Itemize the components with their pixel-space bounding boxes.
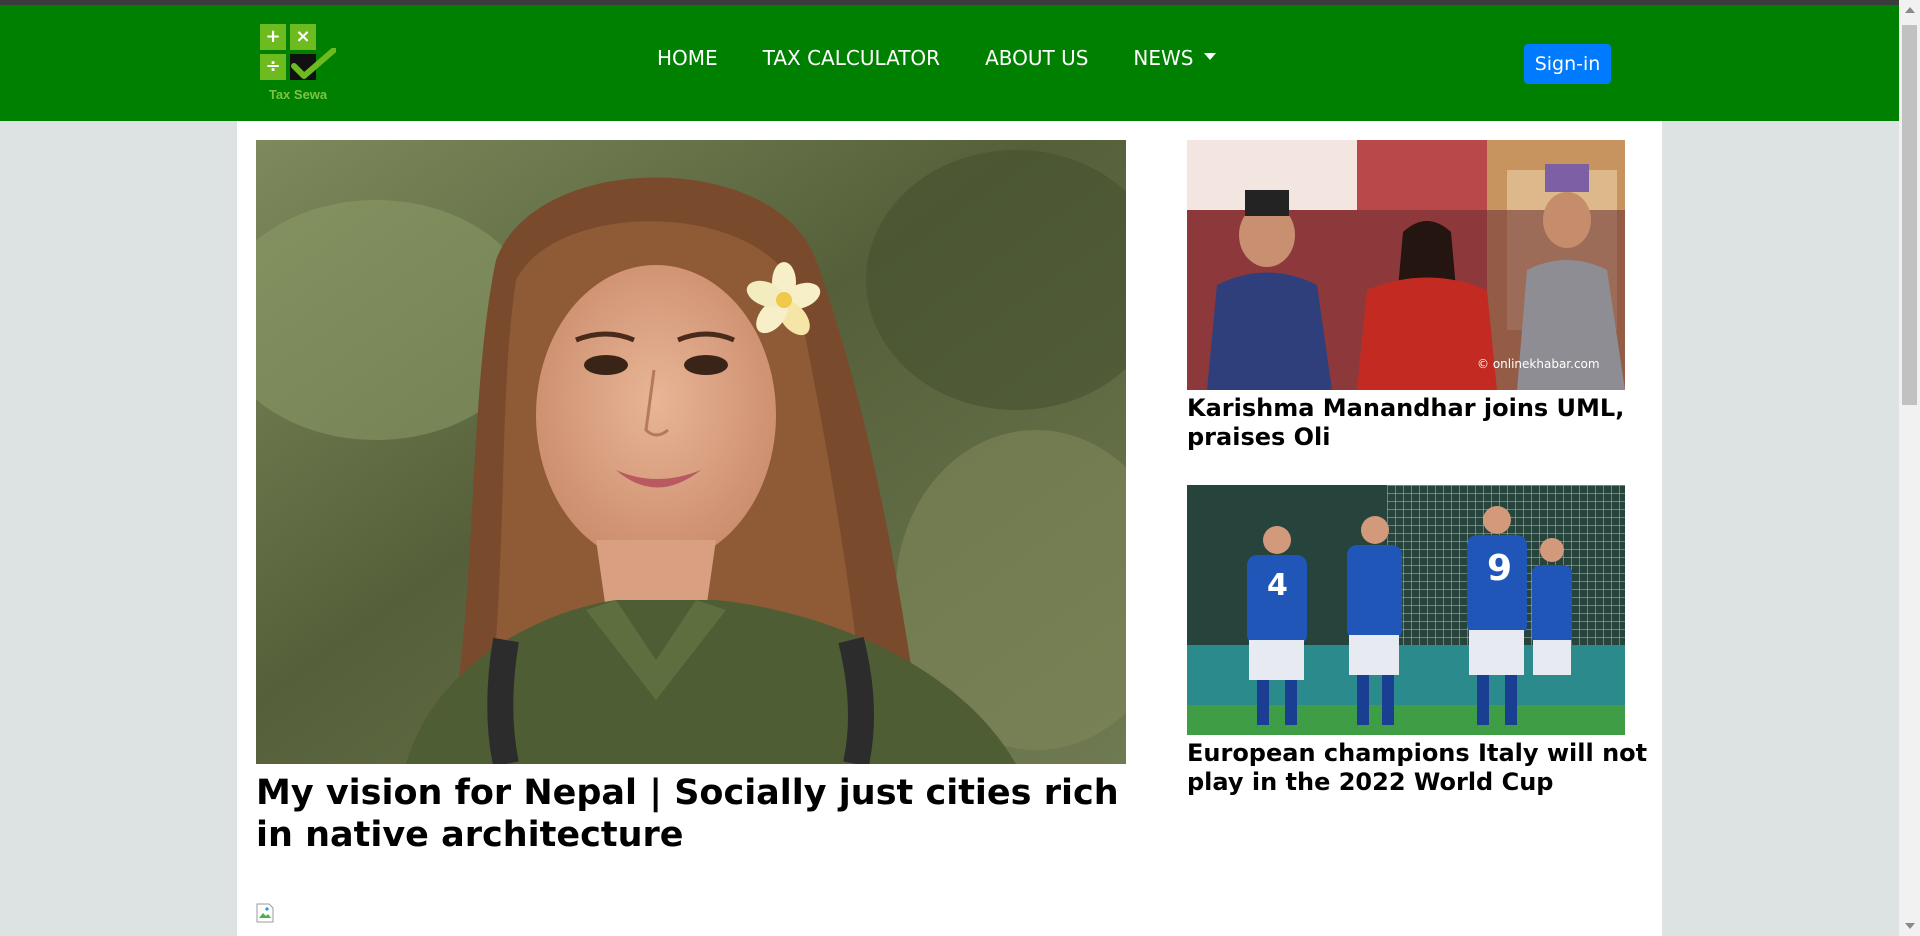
nav-home-label: HOME	[657, 46, 718, 70]
tax-sewa-logo[interactable]: + × ÷ Tax Sewa	[260, 24, 336, 104]
side-news-title-1[interactable]: Karishma Manandhar joins UML, praises Ol…	[1187, 394, 1657, 452]
politicians-image: © onlinekhabar.com	[1187, 140, 1625, 390]
nav-news-label: NEWS	[1133, 46, 1194, 70]
logo-text: Tax Sewa	[268, 87, 328, 102]
featured-news-image[interactable]	[256, 140, 1126, 764]
signin-button[interactable]: Sign-in	[1524, 44, 1611, 84]
image-watermark: © onlinekhabar.com	[1477, 357, 1600, 371]
navbar: + × ÷ Tax Sewa HOME TAX CALCULATOR ABOUT…	[0, 5, 1899, 121]
featured-portrait-image	[256, 140, 1126, 764]
divide-icon: ÷	[260, 54, 286, 80]
jersey-number-1: 4	[1267, 568, 1288, 603]
nav-tax-calculator[interactable]: TAX CALCULATOR	[763, 41, 940, 75]
nav-news-dropdown[interactable]: NEWS	[1133, 41, 1216, 75]
nav-about-us-label: ABOUT US	[985, 46, 1089, 70]
vertical-scrollbar[interactable]	[1899, 0, 1920, 936]
side-news-title-2[interactable]: European champions Italy will not play i…	[1187, 739, 1657, 797]
news-container: My vision for Nepal | Socially just citi…	[237, 121, 1662, 936]
multiply-icon: ×	[290, 24, 316, 50]
scroll-down-arrow-icon[interactable]	[1905, 923, 1915, 929]
side-news-image-1[interactable]: © onlinekhabar.com	[1187, 140, 1625, 390]
broken-image-icon	[256, 903, 274, 923]
nav-home[interactable]: HOME	[657, 41, 718, 75]
scroll-thumb[interactable]	[1902, 25, 1917, 405]
main-nav: HOME TAX CALCULATOR ABOUT US NEWS	[657, 41, 1216, 75]
side-news-image-2[interactable]: 4 9	[1187, 485, 1625, 735]
featured-news-title[interactable]: My vision for Nepal | Socially just citi…	[256, 772, 1136, 856]
nav-about-us[interactable]: ABOUT US	[985, 41, 1088, 75]
scroll-up-arrow-icon[interactable]	[1905, 7, 1915, 13]
jersey-number-2: 9	[1487, 548, 1512, 589]
plus-icon: +	[260, 24, 286, 50]
nav-tax-calculator-label: TAX CALCULATOR	[762, 46, 941, 70]
checkmark-icon	[291, 48, 336, 79]
caret-down-icon	[1203, 52, 1216, 60]
football-players-image: 4 9	[1187, 485, 1625, 735]
